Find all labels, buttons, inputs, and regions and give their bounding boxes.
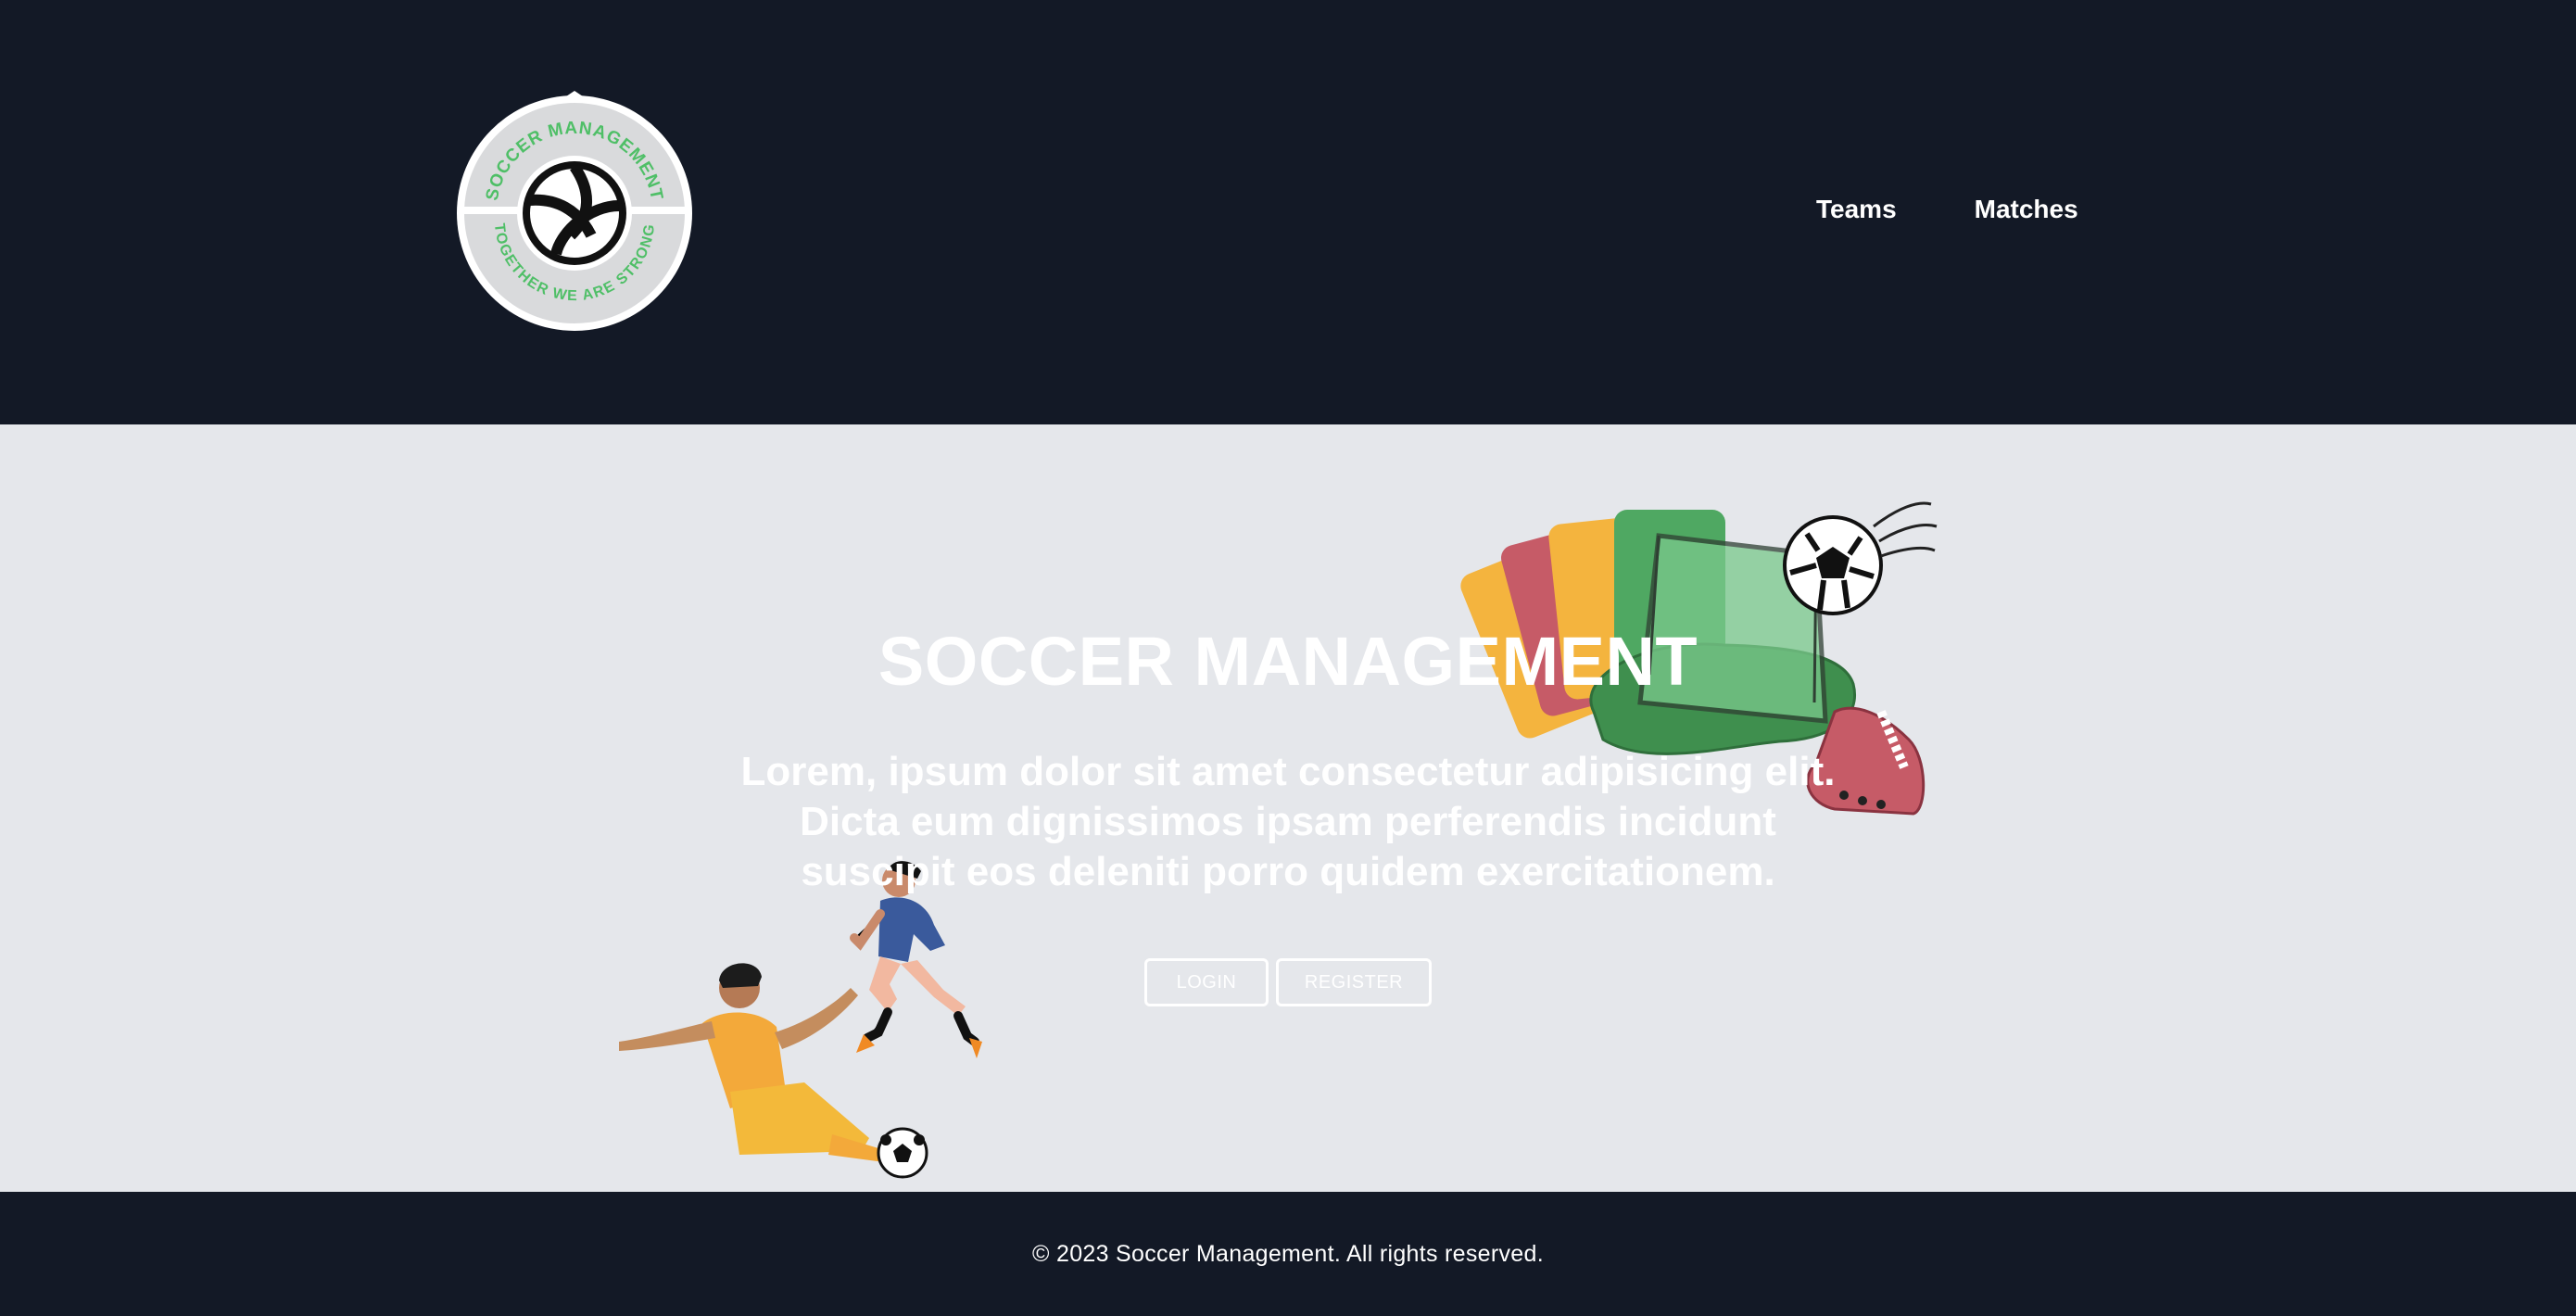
soccer-ball-icon [877, 1127, 928, 1179]
hero-section: SOCCER MANAGEMENT Lorem, ipsum dolor sit… [0, 424, 2576, 1192]
logo[interactable]: SOCCER MANAGEMENT TOGETHER WE ARE STRONG [452, 91, 697, 332]
logo-badge: SOCCER MANAGEMENT TOGETHER WE ARE STRONG [457, 91, 692, 331]
players-tackle-illustration [619, 860, 1027, 1179]
soccer-ball-icon [1783, 501, 1938, 615]
hero-description: Lorem, ipsum dolor sit amet consectetur … [740, 749, 1836, 894]
site-header: SOCCER MANAGEMENT TOGETHER WE ARE STRONG… [0, 0, 2576, 424]
login-button[interactable]: Login [1144, 958, 1269, 1006]
copyright-text: © 2023 Soccer Management. All rights res… [1032, 1240, 1544, 1267]
register-button[interactable]: Register [1276, 958, 1432, 1006]
soccer-ball-icon [517, 156, 632, 271]
nav-teams-link[interactable]: Teams [1816, 191, 1897, 228]
main-nav: Teams Matches [1816, 191, 2078, 228]
nav-matches-link[interactable]: Matches [1975, 191, 2078, 228]
hero-title: SOCCER MANAGEMENT [878, 623, 1698, 700]
site-footer: © 2023 Soccer Management. All rights res… [0, 1192, 2576, 1316]
hero-actions: Login Register [0, 958, 2576, 1006]
